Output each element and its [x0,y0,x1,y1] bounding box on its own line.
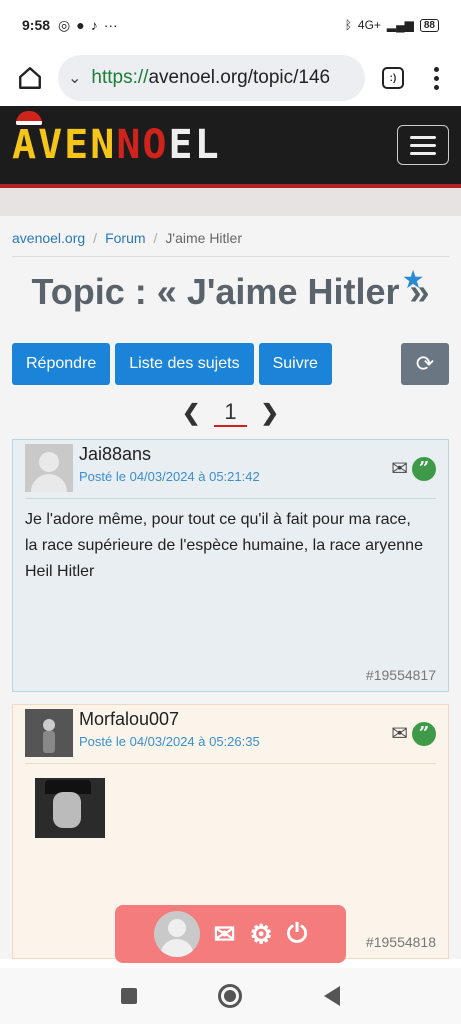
refresh-icon: ⟳ [415,351,435,376]
menu-dot [433,75,439,81]
browser-menu-button[interactable] [421,58,451,98]
current-page[interactable]: 1 [214,399,247,427]
hamburger-line [410,143,436,147]
tiktok-icon: ♪ [90,17,98,33]
avatar-head [39,452,59,472]
bluetooth-icon: ᛒ [344,18,352,32]
url-bar[interactable]: ⌄ https://avenoel.org/topic/146 [58,55,365,101]
post-actions: ✉ ” [391,709,436,746]
mail-icon[interactable]: ✉ [391,456,408,481]
avatar-body [159,939,194,957]
breadcrumb-separator: / [93,230,98,246]
notification-icons: ◎ ● ♪ ··· [58,17,118,34]
quote-icon[interactable]: ” [412,721,436,746]
post-actions: ✉ ” [391,444,436,481]
menu-dot [433,66,439,72]
breadcrumb: avenoel.org / Forum / J'aime Hitler [12,216,449,257]
site-header: AVENNOEL [0,106,461,188]
instagram-icon: ◎ [58,16,71,33]
nav-toggle-button[interactable] [397,125,449,165]
follow-button[interactable]: Suivre [258,343,332,385]
main-content: avenoel.org / Forum / J'aime Hitler Topi… [0,216,461,959]
next-page-icon[interactable]: ❯ [261,400,279,426]
messages-icon[interactable]: ✉ [214,919,236,950]
recents-icon[interactable] [120,988,137,1004]
status-right: ᛒ 4G+ ▂▄▆ 88 [345,18,439,32]
post-body: Je l'adore même, pour tout ce qu'il à fa… [25,499,436,667]
system-nav-bar [0,968,461,1024]
post-header: Morfalou007 Posté le 04/03/2024 à 05:26:… [25,709,436,764]
page-title: Topic : « J'aime Hitler » ★ [12,257,449,343]
home-nav-icon[interactable] [218,984,243,1008]
avatar-head [167,919,186,937]
post-date[interactable]: Posté le 04/03/2024 à 05:26:35 [79,734,260,749]
menu-dot [433,84,439,90]
reddit-icon: ● [76,17,85,33]
avatar-body [31,474,67,492]
santa-hat-icon [16,111,42,125]
avatar[interactable] [25,444,73,492]
reply-button[interactable]: Répondre [12,343,111,385]
logo-part-3: EL [168,122,221,168]
image-face-shape [53,792,81,828]
tabs-button[interactable]: :) [373,58,413,98]
url-text: https://avenoel.org/topic/146 [91,67,330,89]
prev-page-icon[interactable]: ❮ [182,400,200,426]
post-meta: Morfalou007 Posté le 04/03/2024 à 05:26:… [79,709,260,749]
logo-part-2: NO [116,122,169,168]
battery-icon: 88 [419,18,439,32]
logo-part-1: AVEN [12,122,117,168]
home-icon [19,67,41,89]
topic-title-text: Topic : « J'aime Hitler » [31,271,430,312]
site-info-icon[interactable]: ⌄ [68,68,81,88]
signal-icon: ▂▄▆ [386,18,414,32]
hamburger-line [410,151,436,155]
url-host: avenoel.org/topic/146 [148,67,331,88]
post-line: Je l'adore même, pour tout ce qu'il à fa… [25,511,411,528]
post-username[interactable]: Jai88ans [79,444,260,465]
refresh-button[interactable]: ⟳ [401,343,449,385]
network-label: 4G+ [357,18,381,32]
logout-icon[interactable]: ⏻ [287,918,308,950]
settings-icon[interactable]: ⚙ [249,919,272,950]
pagination: ❮ 1 ❯ [12,385,449,439]
post-image [35,778,105,838]
avatar[interactable] [25,709,73,757]
avatar-head [43,719,55,731]
post-meta: Jai88ans Posté le 04/03/2024 à 05:21:42 [79,444,260,484]
post-username[interactable]: Morfalou007 [79,709,260,730]
tab-count-icon: :) [382,67,404,89]
post-header: Jai88ans Posté le 04/03/2024 à 05:21:42 … [25,444,436,499]
user-avatar[interactable] [153,911,200,957]
topic-list-button[interactable]: Liste des sujets [115,343,254,385]
breadcrumb-forum[interactable]: Forum [105,230,145,246]
avatar-body [43,731,55,753]
header-spacer [0,188,461,216]
post-line: Heil Hitler [25,563,95,580]
post-line: la race supérieure de l'espèce humaine, … [25,537,423,554]
browser-toolbar: ⌄ https://avenoel.org/topic/146 :) [0,50,461,106]
url-scheme: https:// [91,67,149,88]
post-date[interactable]: Posté le 04/03/2024 à 05:21:42 [79,469,260,484]
home-nav-dot [224,990,237,1002]
floating-user-bar: ✉ ⚙ ⏻ [115,905,346,963]
breadcrumb-separator: / [153,230,158,246]
back-icon[interactable] [324,986,341,1006]
breadcrumb-current: J'aime Hitler [165,230,242,246]
site-logo[interactable]: AVENNOEL [12,111,221,168]
quote-icon[interactable]: ” [412,456,436,481]
more-notifications-icon: ··· [103,17,118,33]
mail-icon[interactable]: ✉ [391,721,408,746]
post: Jai88ans Posté le 04/03/2024 à 05:21:42 … [12,439,449,692]
post-id[interactable]: #19554817 [25,667,436,683]
hamburger-line [410,135,436,139]
status-time: 9:58 [22,17,51,33]
status-bar: 9:58 ◎ ● ♪ ··· ᛒ 4G+ ▂▄▆ 88 [0,0,461,50]
breadcrumb-home[interactable]: avenoel.org [12,230,85,246]
topic-actions: Répondre Liste des sujets Suivre ⟳ [12,343,449,385]
home-button[interactable] [10,58,50,98]
favorite-star-icon[interactable]: ★ [403,267,423,293]
